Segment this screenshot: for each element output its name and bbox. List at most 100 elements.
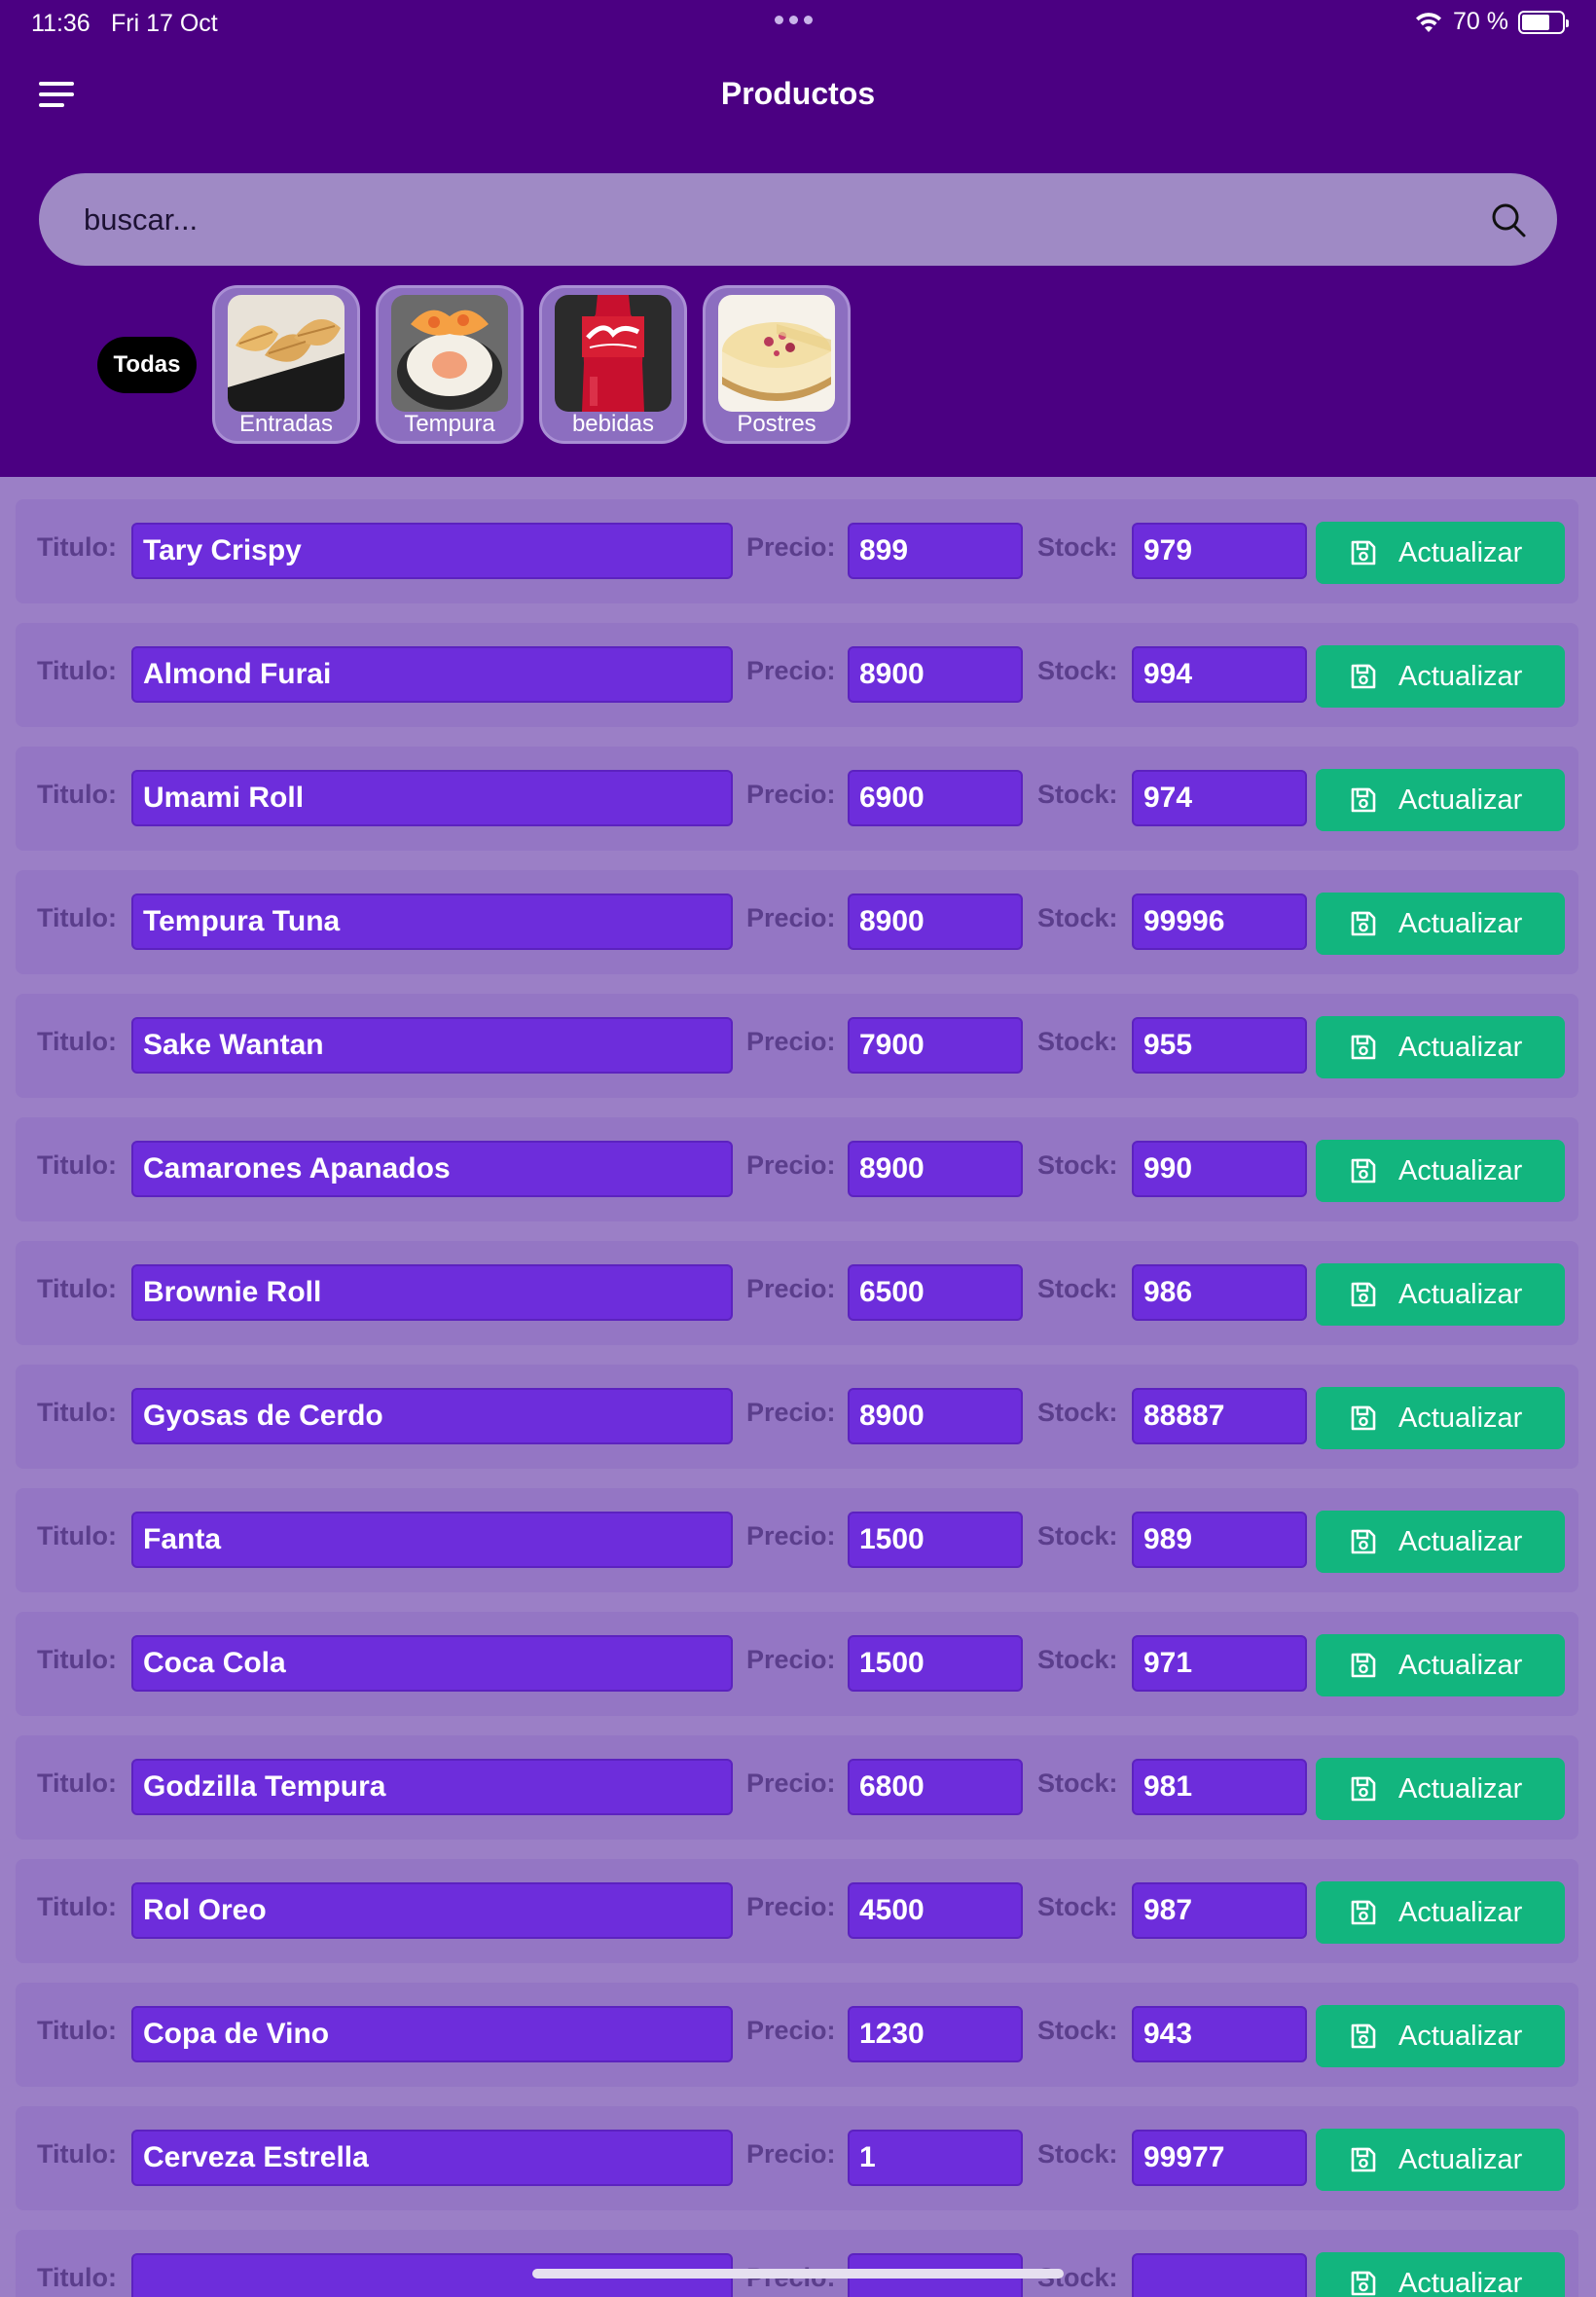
title-input[interactable] bbox=[131, 1759, 733, 1815]
category-entradas[interactable]: Entradas bbox=[212, 285, 360, 444]
stock-label: Stock: bbox=[1037, 1521, 1118, 1550]
product-row: Titulo: Precio: Stock: Actualizar bbox=[16, 623, 1578, 727]
price-input[interactable] bbox=[848, 1388, 1023, 1444]
stock-label: Stock: bbox=[1037, 1027, 1118, 1056]
title-label: Titulo: bbox=[37, 1274, 117, 1303]
update-button[interactable]: Actualizar bbox=[1316, 893, 1565, 955]
title-input[interactable] bbox=[131, 1141, 733, 1197]
stock-input[interactable] bbox=[1132, 1141, 1307, 1197]
title-input[interactable] bbox=[131, 893, 733, 950]
stock-input[interactable] bbox=[1132, 1017, 1307, 1074]
price-input[interactable] bbox=[848, 893, 1023, 950]
price-input[interactable] bbox=[848, 1882, 1023, 1939]
product-row: Titulo: Precio: Stock: Actualizar bbox=[16, 870, 1578, 974]
update-button[interactable]: Actualizar bbox=[1316, 2252, 1565, 2297]
title-label: Titulo: bbox=[37, 1150, 117, 1180]
battery-percentage: 70 % bbox=[1453, 8, 1508, 35]
title-input[interactable] bbox=[131, 1264, 733, 1321]
stock-input[interactable] bbox=[1132, 1388, 1307, 1444]
stock-input[interactable] bbox=[1132, 770, 1307, 826]
update-button[interactable]: Actualizar bbox=[1316, 522, 1565, 584]
stock-label: Stock: bbox=[1037, 780, 1118, 809]
stock-input[interactable] bbox=[1132, 646, 1307, 703]
price-input[interactable] bbox=[848, 646, 1023, 703]
wifi-icon bbox=[1414, 11, 1443, 34]
update-button[interactable]: Actualizar bbox=[1316, 1140, 1565, 1202]
price-label: Precio: bbox=[746, 1768, 836, 1798]
update-button[interactable]: Actualizar bbox=[1316, 1881, 1565, 1944]
update-button-label: Actualizar bbox=[1398, 1897, 1523, 1928]
update-button[interactable]: Actualizar bbox=[1316, 1387, 1565, 1449]
price-input[interactable] bbox=[848, 1264, 1023, 1321]
update-button[interactable]: Actualizar bbox=[1316, 2005, 1565, 2067]
price-input[interactable] bbox=[848, 2130, 1023, 2186]
save-icon bbox=[1351, 2271, 1376, 2296]
product-row: Titulo: Precio: Stock: Actualizar bbox=[16, 1612, 1578, 1716]
category-bebidas[interactable]: bebidas bbox=[539, 285, 687, 444]
price-input[interactable] bbox=[848, 2006, 1023, 2062]
price-label: Precio: bbox=[746, 1892, 836, 1921]
stock-input[interactable] bbox=[1132, 1264, 1307, 1321]
stock-input[interactable] bbox=[1132, 523, 1307, 579]
price-input[interactable] bbox=[848, 1017, 1023, 1074]
update-button-label: Actualizar bbox=[1398, 2268, 1523, 2297]
save-icon bbox=[1351, 1776, 1376, 1802]
status-indicators: 70 % bbox=[1414, 8, 1569, 36]
title-input[interactable] bbox=[131, 523, 733, 579]
stock-input[interactable] bbox=[1132, 2253, 1307, 2297]
update-button-label: Actualizar bbox=[1398, 1155, 1523, 1186]
category-postres[interactable]: Postres bbox=[703, 285, 851, 444]
update-button[interactable]: Actualizar bbox=[1316, 2129, 1565, 2191]
price-input[interactable] bbox=[848, 770, 1023, 826]
price-input[interactable] bbox=[848, 523, 1023, 579]
status-bar: 11:36 Fri 17 Oct 70 % bbox=[0, 0, 1596, 47]
stock-input[interactable] bbox=[1132, 893, 1307, 950]
price-input[interactable] bbox=[848, 1141, 1023, 1197]
price-input[interactable] bbox=[848, 1635, 1023, 1692]
title-input[interactable] bbox=[131, 2130, 733, 2186]
update-button[interactable]: Actualizar bbox=[1316, 1016, 1565, 1078]
update-button[interactable]: Actualizar bbox=[1316, 1758, 1565, 1820]
price-input[interactable] bbox=[848, 1759, 1023, 1815]
search-input[interactable] bbox=[84, 173, 1446, 266]
title-input[interactable] bbox=[131, 2006, 733, 2062]
save-icon bbox=[1351, 1282, 1376, 1307]
product-row: Titulo: Precio: Stock: Actualizar bbox=[16, 499, 1578, 603]
stock-label: Stock: bbox=[1037, 656, 1118, 685]
stock-input[interactable] bbox=[1132, 1635, 1307, 1692]
update-button-label: Actualizar bbox=[1398, 908, 1523, 939]
title-label: Titulo: bbox=[37, 2016, 117, 2045]
title-input[interactable] bbox=[131, 770, 733, 826]
save-icon bbox=[1351, 1529, 1376, 1554]
multitasking-dots-icon[interactable] bbox=[775, 16, 813, 24]
product-row: Titulo: Precio: Stock: Actualizar bbox=[16, 1365, 1578, 1469]
update-button[interactable]: Actualizar bbox=[1316, 645, 1565, 708]
home-indicator[interactable] bbox=[532, 2269, 1064, 2279]
cheesecake-photo bbox=[718, 295, 835, 412]
update-button[interactable]: Actualizar bbox=[1316, 769, 1565, 831]
update-button-label: Actualizar bbox=[1398, 784, 1523, 816]
update-button[interactable]: Actualizar bbox=[1316, 1634, 1565, 1696]
product-row: Titulo: Precio: Stock: Actualizar bbox=[16, 747, 1578, 851]
title-input[interactable] bbox=[131, 1635, 733, 1692]
search-icon[interactable] bbox=[1489, 201, 1528, 239]
stock-input[interactable] bbox=[1132, 1882, 1307, 1939]
save-icon bbox=[1351, 1158, 1376, 1184]
price-label: Precio: bbox=[746, 2139, 836, 2169]
title-input[interactable] bbox=[131, 1882, 733, 1939]
stock-input[interactable] bbox=[1132, 1759, 1307, 1815]
product-row: Titulo: Precio: Stock: Actualizar bbox=[16, 1241, 1578, 1345]
title-input[interactable] bbox=[131, 646, 733, 703]
update-button[interactable]: Actualizar bbox=[1316, 1511, 1565, 1573]
title-input[interactable] bbox=[131, 1512, 733, 1568]
stock-input[interactable] bbox=[1132, 2006, 1307, 2062]
stock-input[interactable] bbox=[1132, 1512, 1307, 1568]
title-input[interactable] bbox=[131, 1017, 733, 1074]
title-input[interactable] bbox=[131, 1388, 733, 1444]
category-tempura[interactable]: Tempura bbox=[376, 285, 524, 444]
price-input[interactable] bbox=[848, 1512, 1023, 1568]
stock-label: Stock: bbox=[1037, 1645, 1118, 1674]
stock-input[interactable] bbox=[1132, 2130, 1307, 2186]
filter-all-chip[interactable]: Todas bbox=[97, 337, 197, 393]
update-button[interactable]: Actualizar bbox=[1316, 1263, 1565, 1326]
